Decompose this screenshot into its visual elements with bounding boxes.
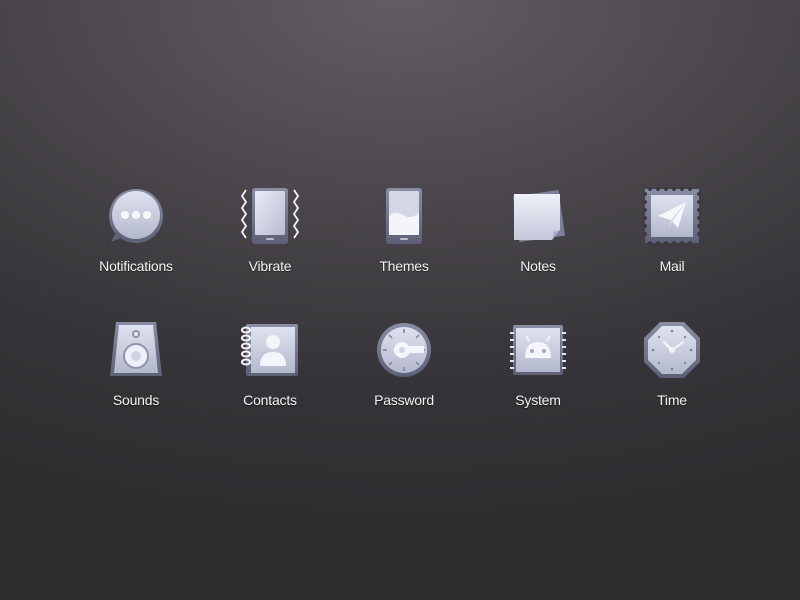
notes-item[interactable]: Notes [483,188,593,292]
octagon-clock-icon [644,322,700,378]
mail-item[interactable]: Mail [617,187,727,292]
time-item[interactable]: Time [617,322,727,426]
notifications-item[interactable]: Notifications [81,188,191,292]
password-item[interactable]: Password [349,322,459,426]
themes-item[interactable]: Themes [349,188,459,292]
notes-label: Notes [520,258,556,274]
address-book-icon [241,324,298,376]
contacts-item[interactable]: Contacts [215,322,325,426]
chat-bubble-icon [109,189,163,243]
stamp-paper-plane-icon [643,187,701,245]
speaker-icon [110,322,162,376]
system-label: System [515,392,561,408]
vibrate-label: Vibrate [248,258,292,274]
notifications-label: Notifications [99,258,173,274]
sticky-note-icon [513,190,565,242]
android-chip-icon [510,325,566,375]
contacts-label: Contacts [243,392,297,408]
time-label: Time [657,392,687,408]
vibrate-item[interactable]: Vibrate [215,188,325,292]
phone-theme-icon [386,188,422,244]
sounds-item[interactable]: Sounds [81,322,191,426]
system-item[interactable]: System [483,322,593,426]
mail-label: Mail [659,258,685,274]
sounds-label: Sounds [112,392,160,408]
vibrating-phone-icon [240,188,300,244]
password-label: Password [374,392,434,408]
settings-icon-grid: Notifications Vibrate Themes Notes Mail … [0,0,800,600]
dial-lock-icon [377,323,431,377]
themes-label: Themes [379,258,429,274]
